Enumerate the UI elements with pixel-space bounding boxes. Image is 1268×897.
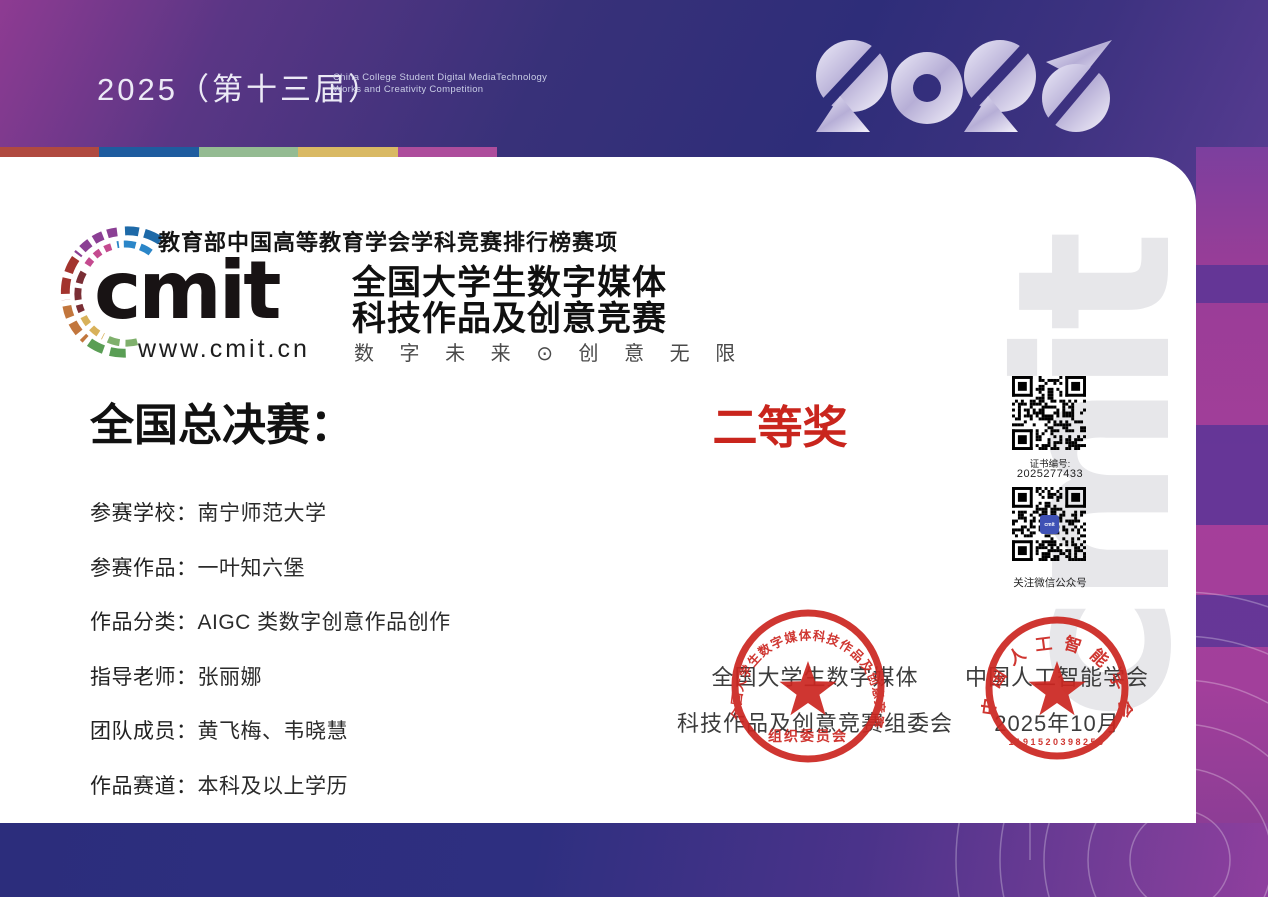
- wechat-qr-caption: 关注微信公众号: [1013, 577, 1087, 589]
- entry-field-row: 指导老师：张丽娜: [90, 661, 262, 691]
- seal-serial-number: 1191520398256: [1008, 737, 1105, 747]
- field-label: 作品分类：: [90, 611, 198, 635]
- qr-center-logo: cmit: [1040, 515, 1059, 534]
- field-label: 作品赛道：: [90, 775, 198, 798]
- field-label: 参赛作品：: [90, 556, 198, 580]
- certificate-card: cmit 教育部中国高等教育学会学科竞赛排行榜赛项 cmit www.cmit.…: [0, 157, 1218, 823]
- entry-field-row: 团队成员：黄飞梅、韦晓慧: [90, 715, 348, 745]
- field-value: 本科及以上学历: [197, 775, 348, 798]
- competition-slogan: 数 字 未 来 ⊙ 创 意 无 限: [354, 343, 746, 365]
- certificate-number: 2025277433: [1016, 468, 1084, 480]
- field-label: 团队成员：: [90, 720, 198, 744]
- field-value: 南宁师范大学: [197, 502, 327, 525]
- cmit-logo-text: cmit: [94, 244, 281, 337]
- organizing-committee-seal: 全国大学生数字媒体科技作品及创意竞赛 组织委员会: [729, 609, 886, 763]
- field-value: AIGC 类数字创意作品创作: [197, 611, 451, 635]
- header-english-line2: Works and Creativity Competition: [333, 84, 484, 95]
- seal-bottom-text: 组织委员会: [768, 728, 848, 744]
- entry-field-row: 参赛学校：南宁师范大学: [90, 497, 327, 527]
- entry-field-row: 作品赛道：本科及以上学历: [90, 770, 348, 800]
- certificate-qr-code: [1012, 376, 1086, 450]
- field-label: 参赛学校：: [90, 502, 198, 525]
- caai-seal: 中国人工智能学会 1191520398256: [981, 616, 1129, 760]
- entry-field-row: 参赛作品：一叶知六堡: [90, 552, 305, 582]
- field-value: 黄飞梅、韦晓慧: [197, 720, 348, 744]
- prize-level: 二等奖: [712, 402, 848, 453]
- competition-title-line2: 科技作品及创意竞赛: [352, 300, 667, 338]
- certificate-page: 2025（第十三届） China College Student Digital…: [0, 0, 1268, 897]
- finals-section-title: 全国总决赛：: [90, 401, 354, 450]
- field-label: 指导老师：: [90, 665, 198, 689]
- decor-bottom-band: [0, 823, 1268, 897]
- entry-field-row: 作品分类：AIGC 类数字创意作品创作: [90, 606, 451, 636]
- website-url: www.cmit.cn: [138, 335, 310, 363]
- header-english-subtitle: China College Student Digital MediaTechn…: [333, 72, 547, 96]
- field-value: 张丽娜: [197, 665, 262, 689]
- logo-2025-wordmark: [816, 40, 1112, 132]
- field-value: 一叶知六堡: [197, 556, 305, 580]
- header-english-line1: China College Student Digital MediaTechn…: [333, 72, 548, 83]
